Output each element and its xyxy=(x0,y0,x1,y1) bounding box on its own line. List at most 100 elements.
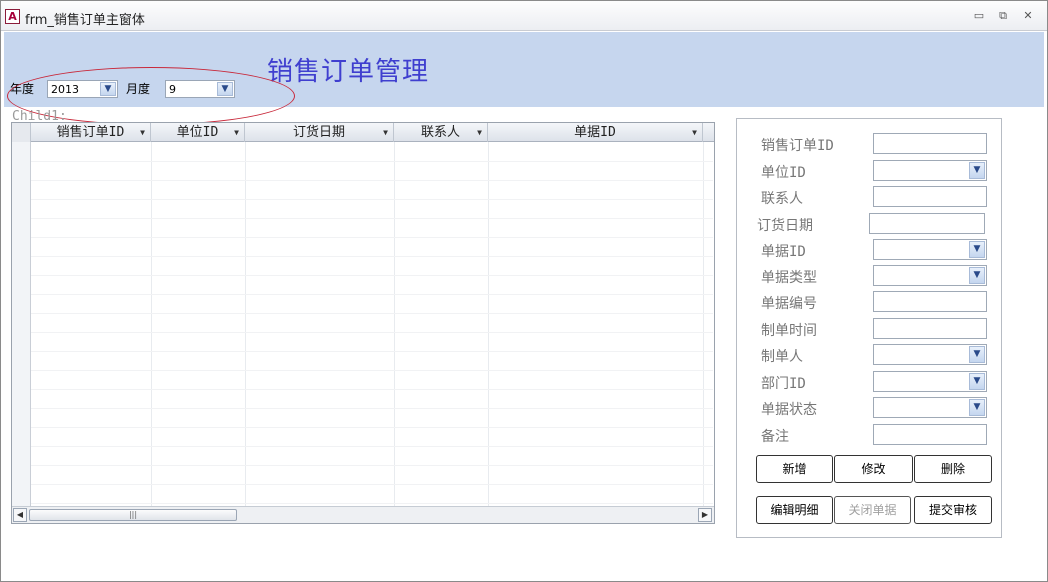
row-separator xyxy=(31,332,713,333)
row-separator xyxy=(31,389,713,390)
field-label-document-type: 单据类型 xyxy=(761,270,817,286)
field-label-remarks: 备注 xyxy=(761,429,789,445)
dropdown-arrow-icon[interactable]: ▼ xyxy=(477,123,482,142)
field-label-unit-id: 单位ID xyxy=(761,165,806,181)
column-header-label: 单位ID xyxy=(176,125,219,140)
detail-panel: 销售订单ID 单位ID ▼ 联系人 订货日期 单据ID ▼ 单据类型 ▼ 单据编… xyxy=(736,118,1002,538)
row-separator xyxy=(31,446,713,447)
field-label-document-number: 单据编号 xyxy=(761,296,817,312)
restore-button[interactable]: ⧉ xyxy=(996,9,1010,23)
row-separator xyxy=(31,275,713,276)
chevron-down-icon[interactable]: ▼ xyxy=(217,82,233,96)
column-header-order-date[interactable]: 订货日期 ▼ xyxy=(245,123,394,142)
document-number-field[interactable] xyxy=(873,291,987,312)
form-title: 销售订单管理 xyxy=(267,57,430,87)
year-value: 2013 xyxy=(51,83,79,96)
header-band xyxy=(4,32,1044,107)
field-label-document-status: 单据状态 xyxy=(761,402,817,418)
dropdown-arrow-icon[interactable]: ▼ xyxy=(383,123,388,142)
row-separator xyxy=(31,313,713,314)
delete-button[interactable]: 删除 xyxy=(914,455,992,483)
column-divider xyxy=(488,142,489,506)
row-separator xyxy=(31,484,713,485)
column-header-label: 单据ID xyxy=(574,125,616,140)
order-id-field[interactable] xyxy=(873,133,987,154)
chevron-down-icon[interactable]: ▼ xyxy=(100,82,116,96)
column-header-contact[interactable]: 联系人 ▼ xyxy=(394,123,488,142)
dropdown-arrow-icon[interactable]: ▼ xyxy=(234,123,239,142)
datasheet-header: 销售订单ID ▼ 单位ID ▼ 订货日期 ▼ 联系人 ▼ 单据ID ▼ xyxy=(12,123,714,142)
edit-button[interactable]: 修改 xyxy=(834,455,913,483)
field-label-order-date: 订货日期 xyxy=(757,218,813,234)
row-separator xyxy=(31,465,713,466)
row-separator xyxy=(31,180,713,181)
edit-detail-button[interactable]: 编辑明细 xyxy=(756,496,833,524)
document-status-combo[interactable]: ▼ xyxy=(873,397,987,418)
column-header-label: 订货日期 xyxy=(292,125,345,140)
horizontal-scrollbar[interactable]: ◀ ||| ▶ xyxy=(12,506,714,523)
submit-review-button[interactable]: 提交审核 xyxy=(914,496,992,524)
creator-combo[interactable]: ▼ xyxy=(873,344,987,365)
row-separator xyxy=(31,427,713,428)
form-window: A frm_销售订单主窗体 ▭ ⧉ ✕ 销售订单管理 年度 2013 ▼ 月度 … xyxy=(0,0,1048,582)
year-combo[interactable]: 2013 ▼ xyxy=(47,80,118,98)
minimize-button[interactable]: ▭ xyxy=(972,9,986,23)
title-bar: A frm_销售订单主窗体 ▭ ⧉ ✕ xyxy=(1,1,1047,31)
field-label-order-id: 销售订单ID xyxy=(761,138,834,154)
row-separator xyxy=(31,256,713,257)
scroll-thumb[interactable]: ||| xyxy=(29,509,237,521)
row-separator xyxy=(31,237,713,238)
dropdown-arrow-icon[interactable]: ▼ xyxy=(692,123,697,142)
field-label-department-id: 部门ID xyxy=(761,376,806,392)
chevron-down-icon[interactable]: ▼ xyxy=(969,241,985,258)
column-header-document-id[interactable]: 单据ID ▼ xyxy=(488,123,703,142)
column-header-unit-id[interactable]: 单位ID ▼ xyxy=(151,123,245,142)
row-separator xyxy=(31,294,713,295)
field-label-creator: 制单人 xyxy=(761,349,803,365)
month-combo[interactable]: 9 ▼ xyxy=(165,80,235,98)
close-button[interactable]: ✕ xyxy=(1021,9,1035,23)
scroll-right-icon[interactable]: ▶ xyxy=(698,508,712,522)
field-label-created-time: 制单时间 xyxy=(761,323,817,339)
access-app-icon: A xyxy=(5,9,20,24)
document-type-combo[interactable]: ▼ xyxy=(873,265,987,286)
add-button[interactable]: 新增 xyxy=(756,455,833,483)
field-label-document-id: 单据ID xyxy=(761,244,806,260)
column-divider xyxy=(703,142,704,506)
record-selector-column[interactable] xyxy=(12,142,31,506)
department-id-combo[interactable]: ▼ xyxy=(873,371,987,392)
document-id-combo[interactable]: ▼ xyxy=(873,239,987,260)
column-divider xyxy=(151,142,152,506)
row-separator xyxy=(31,503,713,504)
orders-datasheet[interactable]: 销售订单ID ▼ 单位ID ▼ 订货日期 ▼ 联系人 ▼ 单据ID ▼ ◀ ||| ▶ xyxy=(11,122,715,524)
column-header-label: 销售订单ID xyxy=(56,125,125,140)
row-separator xyxy=(31,161,713,162)
chevron-down-icon[interactable]: ▼ xyxy=(969,162,985,179)
select-all-corner[interactable] xyxy=(12,123,31,142)
contact-field[interactable] xyxy=(873,186,987,207)
row-separator xyxy=(31,199,713,200)
remarks-field[interactable] xyxy=(873,424,987,445)
column-header-label: 联系人 xyxy=(420,125,460,140)
order-date-field[interactable] xyxy=(869,213,985,234)
chevron-down-icon[interactable]: ▼ xyxy=(969,267,985,284)
row-separator xyxy=(31,351,713,352)
unit-id-combo[interactable]: ▼ xyxy=(873,160,987,181)
created-time-field[interactable] xyxy=(873,318,987,339)
row-separator xyxy=(31,218,713,219)
close-document-button[interactable]: 关闭单据 xyxy=(834,496,911,524)
row-separator xyxy=(31,408,713,409)
chevron-down-icon[interactable]: ▼ xyxy=(969,399,985,416)
window-title: frm_销售订单主窗体 xyxy=(25,13,145,28)
field-label-contact: 联系人 xyxy=(761,191,803,207)
chevron-down-icon[interactable]: ▼ xyxy=(969,373,985,390)
row-separator xyxy=(31,370,713,371)
column-header-order-id[interactable]: 销售订单ID ▼ xyxy=(31,123,151,142)
dropdown-arrow-icon[interactable]: ▼ xyxy=(140,123,145,142)
column-divider xyxy=(394,142,395,506)
month-label: 月度 xyxy=(126,82,151,96)
year-label: 年度 xyxy=(10,82,35,96)
scroll-left-icon[interactable]: ◀ xyxy=(13,508,27,522)
column-divider xyxy=(245,142,246,506)
chevron-down-icon[interactable]: ▼ xyxy=(969,346,985,363)
